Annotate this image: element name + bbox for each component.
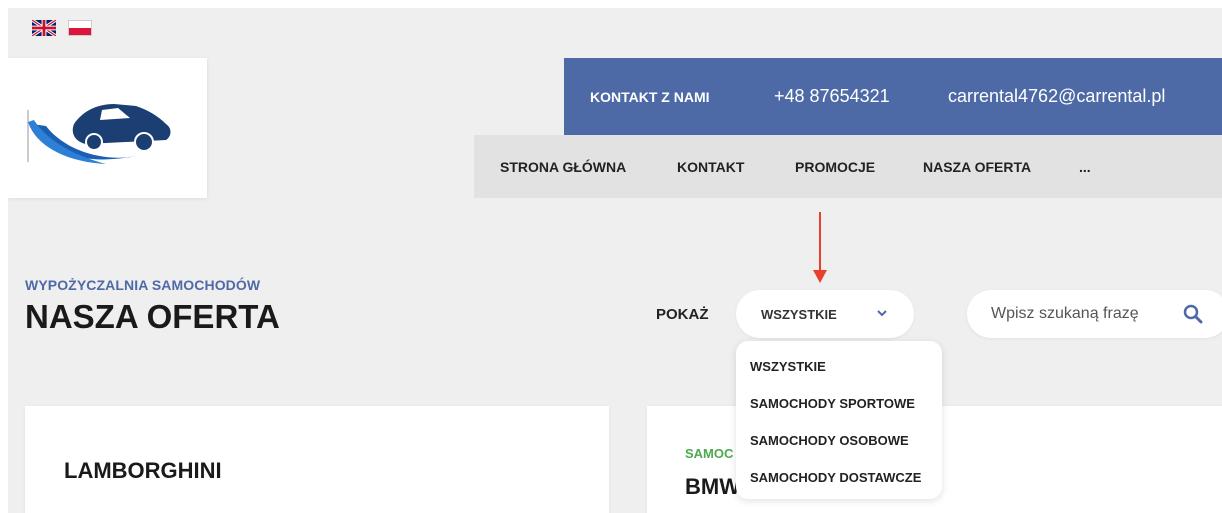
car-logo-icon xyxy=(27,104,171,164)
nav-item-more[interactable]: ... xyxy=(1079,159,1091,175)
search-box xyxy=(967,290,1222,338)
contact-label[interactable]: KONTAKT Z NAMI xyxy=(590,89,710,105)
arrow-annotation-icon xyxy=(813,212,827,283)
page-title: NASZA OFERTA xyxy=(25,298,280,335)
language-switcher xyxy=(32,20,92,36)
offer-card-title: LAMBORGHINI xyxy=(64,458,222,483)
category-select[interactable]: WSZYSTKIE xyxy=(736,290,914,338)
category-select-value: WSZYSTKIE xyxy=(761,307,837,322)
dropdown-option-all[interactable]: WSZYSTKIE xyxy=(750,359,826,374)
contact-email[interactable]: carrental4762@carrental.pl xyxy=(948,86,1165,107)
search-icon[interactable] xyxy=(1183,304,1203,324)
logo[interactable] xyxy=(8,58,207,198)
offer-card[interactable]: LAMBORGHINI xyxy=(25,406,609,513)
offer-card-category: SAMOC xyxy=(685,446,734,461)
nav-item-offer[interactable]: NASZA OFERTA xyxy=(923,159,1031,175)
page-subtitle: WYPOŻYCZALNIA SAMOCHODÓW xyxy=(25,277,261,293)
main-nav: STRONA GŁÓWNA KONTAKT PROMOCJE NASZA OFE… xyxy=(474,135,1222,198)
offer-card-title: BMW xyxy=(685,474,740,499)
search-input[interactable] xyxy=(991,300,1161,328)
dropdown-option-sports[interactable]: SAMOCHODY SPORTOWE xyxy=(750,396,915,411)
uk-flag-icon[interactable] xyxy=(32,20,56,36)
poland-flag-icon[interactable] xyxy=(68,20,92,36)
chevron-down-icon xyxy=(877,310,887,317)
nav-item-promotions[interactable]: PROMOCJE xyxy=(795,159,875,175)
nav-item-contact[interactable]: KONTAKT xyxy=(677,159,744,175)
dropdown-option-passenger[interactable]: SAMOCHODY OSOBOWE xyxy=(750,433,909,448)
filter-label: POKAŻ xyxy=(656,306,709,323)
category-dropdown-menu: WSZYSTKIE SAMOCHODY SPORTOWE SAMOCHODY O… xyxy=(736,341,942,499)
nav-item-home[interactable]: STRONA GŁÓWNA xyxy=(500,159,626,175)
dropdown-option-vans[interactable]: SAMOCHODY DOSTAWCZE xyxy=(750,470,921,485)
page: KONTAKT Z NAMI +48 87654321 carrental476… xyxy=(8,8,1222,513)
contact-bar: KONTAKT Z NAMI +48 87654321 carrental476… xyxy=(564,58,1222,135)
contact-phone[interactable]: +48 87654321 xyxy=(774,86,890,107)
